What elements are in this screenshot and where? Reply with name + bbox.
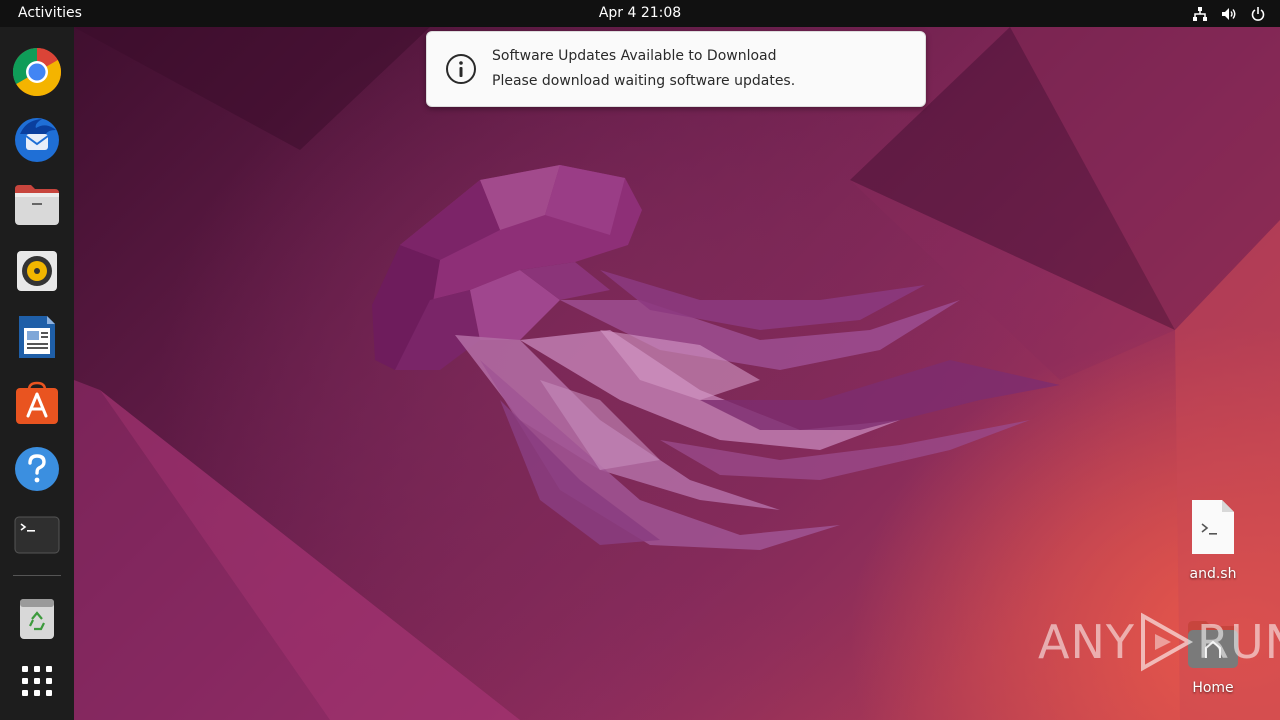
clock-button[interactable]: Apr 4 21:08 (599, 5, 681, 21)
dock-item-chrome[interactable] (11, 46, 63, 98)
script-file-icon (1192, 500, 1234, 554)
play-logo-icon (1140, 612, 1194, 672)
info-icon (446, 54, 476, 84)
dock-item-writer[interactable] (11, 311, 63, 363)
writer-icon (19, 316, 55, 358)
trash-icon (20, 599, 54, 639)
power-icon[interactable] (1250, 6, 1266, 22)
help-icon (15, 447, 59, 491)
dock-item-help[interactable] (11, 443, 63, 495)
dock-separator (13, 575, 61, 576)
activities-button[interactable]: Activities (18, 0, 82, 27)
watermark-text-left: ANY (1038, 615, 1135, 669)
desktop-icon-and-sh[interactable]: and.sh (1173, 498, 1253, 582)
notification-title: Software Updates Available to Download (492, 48, 777, 64)
desktop-icon-label: Home (1192, 680, 1234, 696)
thunderbird-icon (15, 118, 59, 162)
clock-area: Apr 4 21:08 (0, 0, 1280, 27)
dock (0, 27, 74, 720)
dock-item-thunderbird[interactable] (11, 113, 63, 165)
notification-body: Please download waiting software updates… (492, 73, 796, 89)
dock-item-trash[interactable] (11, 592, 63, 644)
volume-icon[interactable] (1221, 6, 1237, 22)
network-icon[interactable] (1192, 6, 1208, 22)
software-icon (16, 381, 58, 424)
dock-item-terminal[interactable] (11, 509, 63, 561)
watermark-text-right: RUN (1196, 615, 1280, 669)
app-grid-icon (22, 666, 52, 696)
rhythmbox-icon (17, 251, 57, 291)
files-icon (15, 185, 59, 225)
update-notification[interactable]: Software Updates Available to Download P… (426, 31, 926, 107)
anyrun-watermark: ANY RUN (1038, 612, 1280, 672)
dock-item-rhythmbox[interactable] (11, 245, 63, 297)
system-tray[interactable] (1192, 0, 1266, 27)
dock-item-show-apps[interactable] (11, 655, 63, 707)
terminal-icon (14, 516, 60, 554)
top-bar: Activities Apr 4 21:08 (0, 0, 1280, 27)
dock-item-software[interactable] (11, 377, 63, 429)
dock-item-files[interactable] (11, 179, 63, 231)
chrome-icon (12, 47, 62, 97)
desktop-icon-label: and.sh (1189, 566, 1237, 582)
